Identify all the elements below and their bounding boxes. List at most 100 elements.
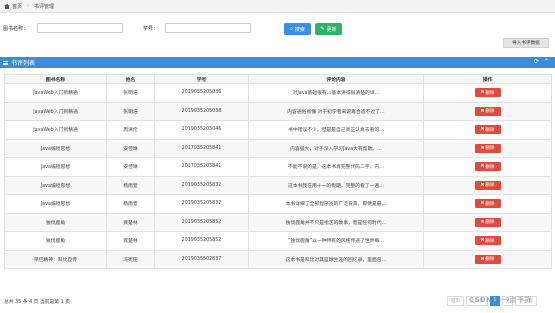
cell-name: 安佳琳 [106,138,155,158]
header-comment: 评论内容 [248,74,424,84]
breadcrumb-home[interactable]: 首页 [4,3,22,10]
cell-name: 安佳琳 [106,157,155,177]
cell-book-name: 呆巴精神：科比自传 [4,249,107,269]
close-icon: ✖ [480,164,485,170]
cell-comment: 内容通俗易懂 对于初学者来说再合适不过了… [248,101,424,121]
close-icon: ✖ [480,127,485,133]
cell-actions: ✖ 删除 [423,101,552,121]
cell-student-id: 2019035205046 [154,120,249,140]
cell-comment: “独伐鹿角”以一种特有的风格传递了世界每… [248,231,424,251]
header-actions: 操作 [423,74,552,84]
cell-student-id: 2017035205841 [154,138,249,158]
cell-student-id: 2017035205841 [154,157,249,177]
delete-button[interactable]: ✖ 删除 [474,162,501,172]
cell-student-id: 2019035502837 [154,249,249,269]
cell-name: 杨雨萱 [106,175,155,195]
cell-book-name: Java编程思想 [4,138,107,158]
cell-student-id: 2019035205036 [154,83,249,103]
search-icon: ⌕ [290,26,293,32]
table-row: 独伐鹿角 龚楚林 2019035205852 独伐鹿角并不只是指艺的故事，而是任何时代… [4,212,552,232]
table-row: JavaWeb入门到精通 周清伦 2019035205046 书中错误不少，但是是自己… [4,120,552,140]
breadcrumb: 首页 › 书评管理 [0,0,555,13]
cell-student-id: 2019035205852 [154,212,249,232]
delete-button-label: 删除 [485,220,495,226]
collapse-icon[interactable]: ⌃ [544,58,549,65]
delete-button-label: 删除 [485,109,495,115]
cell-student-id: 2019035205852 [154,231,249,251]
cell-comment: 独伐鹿角并不只是指艺的故事，而是任何时代… [248,212,424,232]
table-summary: 总共 35 条 4 页 当前是第 1 页 [4,300,71,305]
delete-button[interactable]: ✖ 删除 [474,143,501,153]
panel-title: 书评列表 [11,60,36,67]
delete-button-label: 删除 [485,146,495,152]
cell-comment: 这本书是科比对其篮球生涯的回忆录，里面包… [248,249,424,269]
delete-button[interactable]: ✖ 删除 [474,217,501,227]
delete-button[interactable]: ✖ 删除 [474,125,501,135]
search-button[interactable]: ⌕ 搜索 [284,23,311,35]
cell-name: 张明浩 [106,83,155,103]
cell-comment: 本书详细了全部程序员的广泛背景，即便是最… [248,194,424,214]
close-icon: ✖ [480,238,485,244]
book-name-input[interactable] [37,23,123,33]
cell-name: 杨雨萱 [106,194,155,214]
update-button-label: 更新 [326,26,337,33]
list-icon [3,60,8,65]
delete-button-label: 删除 [485,127,495,133]
search-bar: 图书名称： 学号： ⌕ 搜索 ✎ 更新 [0,20,555,36]
breadcrumb-separator: › [27,3,30,9]
cell-book-name: JavaWeb入门到精通 [4,101,107,121]
cell-actions: ✖ 删除 [423,249,552,269]
delete-button[interactable]: ✖ 删除 [474,88,501,98]
table-row: JavaWeb入门到精通 张明浩 2019035205036 对Java基础很有…基本… [4,83,552,103]
cell-actions: ✖ 删除 [423,157,552,177]
import-reviews-button[interactable]: 导入书评数据 [503,38,549,48]
page-first[interactable]: 首页 [447,296,464,306]
delete-button-label: 删除 [485,257,495,263]
cell-actions: ✖ 删除 [423,175,552,195]
cell-book-name: JavaWeb入门到精通 [4,83,107,103]
cell-name: 龚楚林 [106,212,155,232]
search-button-label: 搜索 [294,26,305,33]
panel-tools: ⟳ ⌃ [534,58,549,65]
delete-button-label: 删除 [485,90,495,96]
cell-comment: 书中错误不少，但是是自己真正认真去看的… [248,120,424,140]
cell-book-name: JavaWeb入门到精通 [4,120,107,140]
cell-name: 张明浩 [106,101,155,121]
book-name-label: 图书名称： [3,26,29,32]
close-icon: ✖ [480,90,485,96]
cell-actions: ✖ 删除 [423,120,552,140]
update-button[interactable]: ✎ 更新 [315,23,342,35]
header-name: 姓名 [106,74,155,84]
cell-name: 龚楚林 [106,231,155,251]
close-icon: ✖ [480,182,485,188]
cell-comment: 不能不说的是，这本书真完整代码二字，内… [248,157,424,177]
delete-button-label: 删除 [485,183,495,189]
cell-name: 冯宪田 [106,249,155,269]
close-icon: ✖ [480,201,485,207]
close-icon: ✖ [480,108,485,114]
cell-book-name: Java编程思想 [4,175,107,195]
cell-name: 周清伦 [106,120,155,140]
header-student-id: 学号 [154,74,249,84]
header-book-name: 图书名称 [4,74,107,84]
delete-button[interactable]: ✖ 删除 [474,180,501,190]
breadcrumb-current: 书评管理 [34,3,55,10]
close-icon: ✖ [480,145,485,151]
cell-actions: ✖ 删除 [423,83,552,103]
breadcrumb-home-label: 首页 [12,3,23,10]
table-row: Java编程思想 安佳琳 2017035205841 不能不说的是，这本书真完整代码二… [4,157,552,177]
delete-button-label: 删除 [485,201,495,207]
refresh-icon[interactable]: ⟳ [534,58,539,65]
delete-button[interactable]: ✖ 删除 [474,236,501,246]
student-id-input[interactable] [165,23,251,33]
delete-button[interactable]: ✖ 删除 [474,199,501,209]
delete-button[interactable]: ✖ 删除 [474,254,501,264]
cell-actions: ✖ 删除 [423,138,552,158]
panel-header: 书评列表 ⟳ ⌃ [0,57,555,68]
cell-book-name: Java编程思想 [4,194,107,214]
cell-comment: 这本书我在用十一的假期，完整的看了一遍… [248,175,424,195]
close-icon: ✖ [480,219,485,225]
delete-button-label: 删除 [485,164,495,170]
delete-button[interactable]: ✖ 删除 [474,106,501,116]
cell-student-id: 2019035205038 [154,101,249,121]
